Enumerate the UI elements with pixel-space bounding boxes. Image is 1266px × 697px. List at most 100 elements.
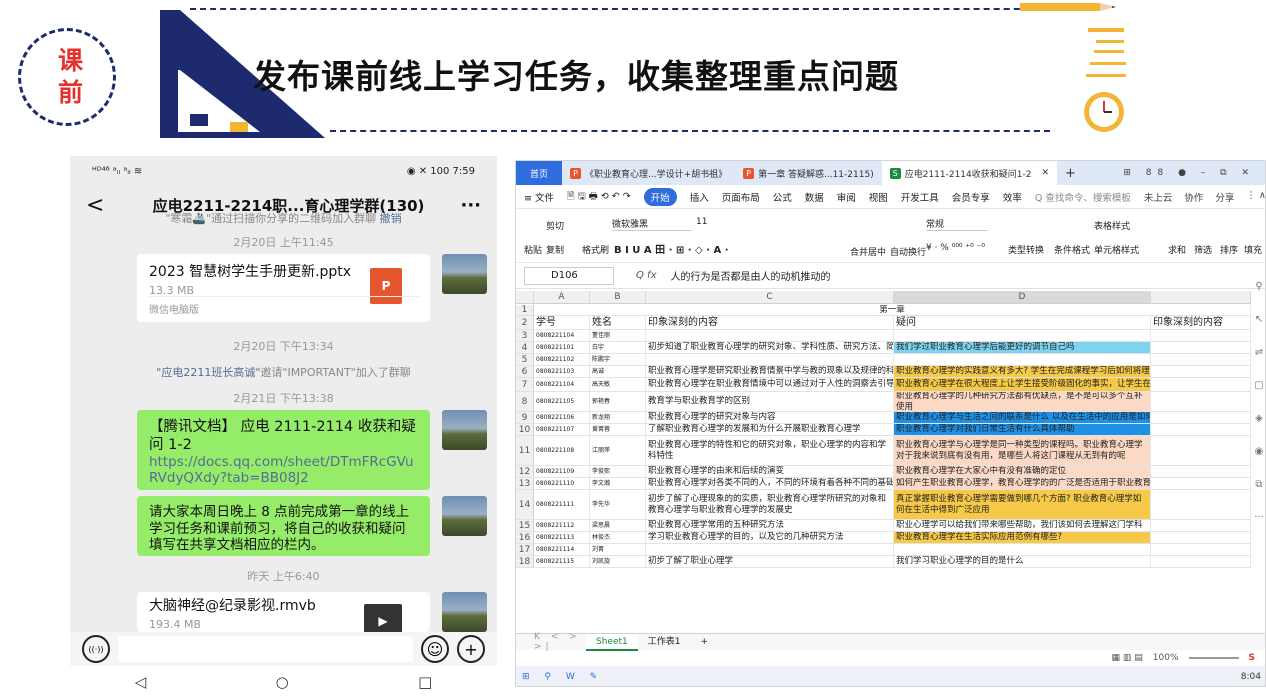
cell-impression[interactable]: 职业教育心理学的研究对象与内容 bbox=[646, 412, 894, 423]
row-number[interactable]: 6 bbox=[516, 366, 534, 377]
cell-student-name[interactable]: 李先华 bbox=[590, 490, 646, 519]
corner-cell[interactable] bbox=[516, 291, 534, 304]
search-command[interactable]: Q 查找命令、搜索模板 bbox=[1035, 190, 1131, 204]
menu-insert[interactable]: 插入 bbox=[690, 190, 709, 204]
cell-student-id[interactable]: 0808221104 bbox=[534, 330, 590, 341]
doc-side-icon[interactable]: ▢ bbox=[1254, 380, 1263, 391]
menu-formula[interactable]: 公式 bbox=[773, 190, 792, 204]
nav-recents-icon[interactable]: □ bbox=[418, 673, 432, 691]
cell-question[interactable]: 我们学习职业心理学的目的是什么 bbox=[894, 556, 1151, 567]
cell-impression[interactable] bbox=[646, 544, 894, 555]
tab-doc-1[interactable]: P 《职业教育心理...学设计+胡书祖》 bbox=[562, 161, 735, 185]
new-tab-button[interactable]: + bbox=[1057, 161, 1084, 185]
cell-impression-2[interactable] bbox=[1151, 378, 1251, 391]
cell-student-name[interactable]: 陈鹏宇 bbox=[590, 354, 646, 365]
menu-view[interactable]: 视图 bbox=[869, 190, 888, 204]
header-cell-question[interactable]: 疑问 bbox=[894, 316, 1151, 329]
cell-question[interactable] bbox=[894, 544, 1151, 555]
merge-center-button[interactable]: 合并居中 bbox=[850, 245, 886, 258]
cell-impression-2[interactable] bbox=[1151, 556, 1251, 567]
cell-student-name[interactable]: 高诚 bbox=[590, 366, 646, 377]
cell-impression-2[interactable] bbox=[1151, 520, 1251, 531]
cell-student-name[interactable]: 郭艳春 bbox=[590, 392, 646, 411]
collab-button[interactable]: 协作 bbox=[1184, 190, 1203, 204]
row-number[interactable]: 4 bbox=[516, 342, 534, 353]
cell-impression[interactable]: 职业教育心理学是研究职业教育情景中学与教的现象以及规律的科学 bbox=[646, 366, 894, 377]
copy-button[interactable]: 复制 bbox=[546, 243, 564, 256]
location-icon[interactable]: ◉ bbox=[1255, 446, 1264, 457]
conditional-format-button[interactable]: 条件格式 bbox=[1054, 243, 1090, 256]
paste-button[interactable]: 粘贴 bbox=[524, 243, 542, 256]
row-number[interactable]: 10 bbox=[516, 424, 534, 435]
cell-question[interactable]: 真正掌握职业教育心理学需要做到哪几个方面? 职业教育心理学如何在生活中得到广泛应… bbox=[894, 490, 1151, 519]
cell-question[interactable]: 职业教育心理学与心理学是同一种类型的课程吗。职业教育心理学对于我来说到底有没有用… bbox=[894, 436, 1151, 465]
cell-impression[interactable]: 职业教育心理学常用的五种研究方法 bbox=[646, 520, 894, 531]
cell-question[interactable]: 职业心理学可以给我们带来哪些帮助，我们该如何去理解这门学科 bbox=[894, 520, 1151, 531]
row-number[interactable]: 17 bbox=[516, 544, 534, 555]
cell-impression-2[interactable] bbox=[1151, 436, 1251, 465]
formula-input[interactable]: 人的行为是否都是由人的动机推动的 bbox=[671, 268, 831, 283]
row-number[interactable]: 5 bbox=[516, 354, 534, 365]
cell-question[interactable]: 职业教育心理学对我们日常生活有什么具体帮助 bbox=[894, 424, 1151, 435]
font-select[interactable]: 微软雅黑 bbox=[612, 217, 692, 231]
font-format-buttons[interactable]: B I U A 田 · ⊞ · ◇ · A · bbox=[614, 241, 729, 256]
cell-student-id[interactable]: 0808221112 bbox=[534, 520, 590, 531]
quick-access[interactable]: 🗎 🖫 🖶 ⟲ ↶ ↷ bbox=[567, 189, 631, 205]
cell-question[interactable]: 职业教育心理学在大家心中有没有准确的定位 bbox=[894, 466, 1151, 477]
menu-member[interactable]: 会员专享 bbox=[952, 190, 990, 204]
cell-impression[interactable]: 职业教育心理学对各类不同的人，不同的环境有着各种不同的基础研究方 bbox=[646, 478, 894, 489]
menu-developer[interactable]: 开发工具 bbox=[901, 190, 939, 204]
add-sheet-button[interactable]: + bbox=[690, 634, 718, 651]
pin-icon[interactable]: ⚲ bbox=[1255, 281, 1262, 292]
doc-link[interactable]: https://docs.qq.com/sheet/DTmFRcGVuRVdyQ… bbox=[149, 454, 418, 486]
cell-question[interactable] bbox=[894, 330, 1151, 341]
share-button[interactable]: 分享 bbox=[1215, 190, 1234, 204]
sheet-nav-arrows[interactable]: K < > >| bbox=[516, 632, 586, 652]
cell-reference-box[interactable]: D106 bbox=[524, 266, 614, 285]
menu-file[interactable]: ≡ 文件 bbox=[524, 190, 554, 204]
cell-impression[interactable]: 教育学与职业教育学的区别 bbox=[646, 392, 894, 411]
col-header-e[interactable] bbox=[1151, 291, 1251, 304]
cell-question[interactable]: 职业教育心理学在很大程度上让学生接受阶级固化的事实，让学生在职业技术中所获得的精… bbox=[894, 378, 1151, 391]
cell-student-id[interactable]: 0808221110 bbox=[534, 478, 590, 489]
message-bubble-task[interactable]: 请大家本周日晚上 8 点前完成第一章的线上学习任务和课前预习，将自己的收获和疑问… bbox=[137, 496, 430, 556]
filter-button[interactable]: 筛选 bbox=[1194, 243, 1212, 256]
cell-student-name[interactable]: 林俊杰 bbox=[590, 532, 646, 543]
col-header-b[interactable]: B bbox=[590, 291, 646, 304]
row-number[interactable]: 11 bbox=[516, 436, 534, 465]
inviter-link[interactable]: "应电2211班长高诚" bbox=[156, 366, 260, 379]
fill-button[interactable]: 填充 bbox=[1244, 243, 1262, 256]
cell-impression-2[interactable] bbox=[1151, 544, 1251, 555]
emoji-icon[interactable]: ☺ bbox=[421, 635, 449, 663]
shape-icon[interactable]: ◈ bbox=[1255, 413, 1263, 424]
avatar[interactable] bbox=[442, 496, 487, 536]
row-number[interactable]: 7 bbox=[516, 378, 534, 391]
chat-input[interactable] bbox=[118, 636, 413, 662]
cell-impression[interactable]: 了解职业教育心理学的发展和为什么开展职业教育心理学 bbox=[646, 424, 894, 435]
wrap-text-button[interactable]: 自动换行 bbox=[890, 245, 926, 258]
row-number[interactable]: 3 bbox=[516, 330, 534, 341]
cell-student-name[interactable]: 董佳丽 bbox=[590, 330, 646, 341]
row-number[interactable]: 14 bbox=[516, 490, 534, 519]
row-number[interactable]: 15 bbox=[516, 520, 534, 531]
cell-impression[interactable]: 职业教育心理学的由来和后续的演变 bbox=[646, 466, 894, 477]
cell-student-name[interactable]: 梁思晨 bbox=[590, 520, 646, 531]
cell-impression[interactable]: 职业教育心理学的特性和它的研究对象，职业心理学的内容和学科特性 bbox=[646, 436, 894, 465]
cell-impression-2[interactable] bbox=[1151, 330, 1251, 341]
zoom-slider[interactable] bbox=[1188, 657, 1239, 659]
ime-icon[interactable]: S bbox=[1249, 653, 1255, 663]
cell-student-id[interactable]: 0808221107 bbox=[534, 424, 590, 435]
avatar[interactable] bbox=[442, 410, 487, 450]
header-cell-id[interactable]: 学号 bbox=[534, 316, 590, 329]
copy-side-icon[interactable]: ⧉ bbox=[1255, 479, 1262, 490]
col-header-c[interactable]: C bbox=[646, 291, 894, 304]
cell-question[interactable]: 职业教育心理学在生活实际应用范例有哪些? bbox=[894, 532, 1151, 543]
cell-student-id[interactable]: 0808221104 bbox=[534, 378, 590, 391]
more-menu-icon[interactable]: ⋮ ∧ bbox=[1246, 190, 1265, 204]
cell-student-name[interactable]: 刘凯旋 bbox=[590, 556, 646, 567]
cell-question[interactable]: 职业教育心理学的几种研究方法都有优缺点，是不是可以多个互补使用 bbox=[894, 392, 1151, 411]
tab-home[interactable]: 首页 bbox=[516, 161, 563, 185]
cell-impression[interactable]: 初步知道了职业教育心理学的研究对象、学科性质、研究方法、简要历史 bbox=[646, 342, 894, 353]
cell-student-name[interactable]: 高天敏 bbox=[590, 378, 646, 391]
cell-student-name[interactable]: 白宇 bbox=[590, 342, 646, 353]
